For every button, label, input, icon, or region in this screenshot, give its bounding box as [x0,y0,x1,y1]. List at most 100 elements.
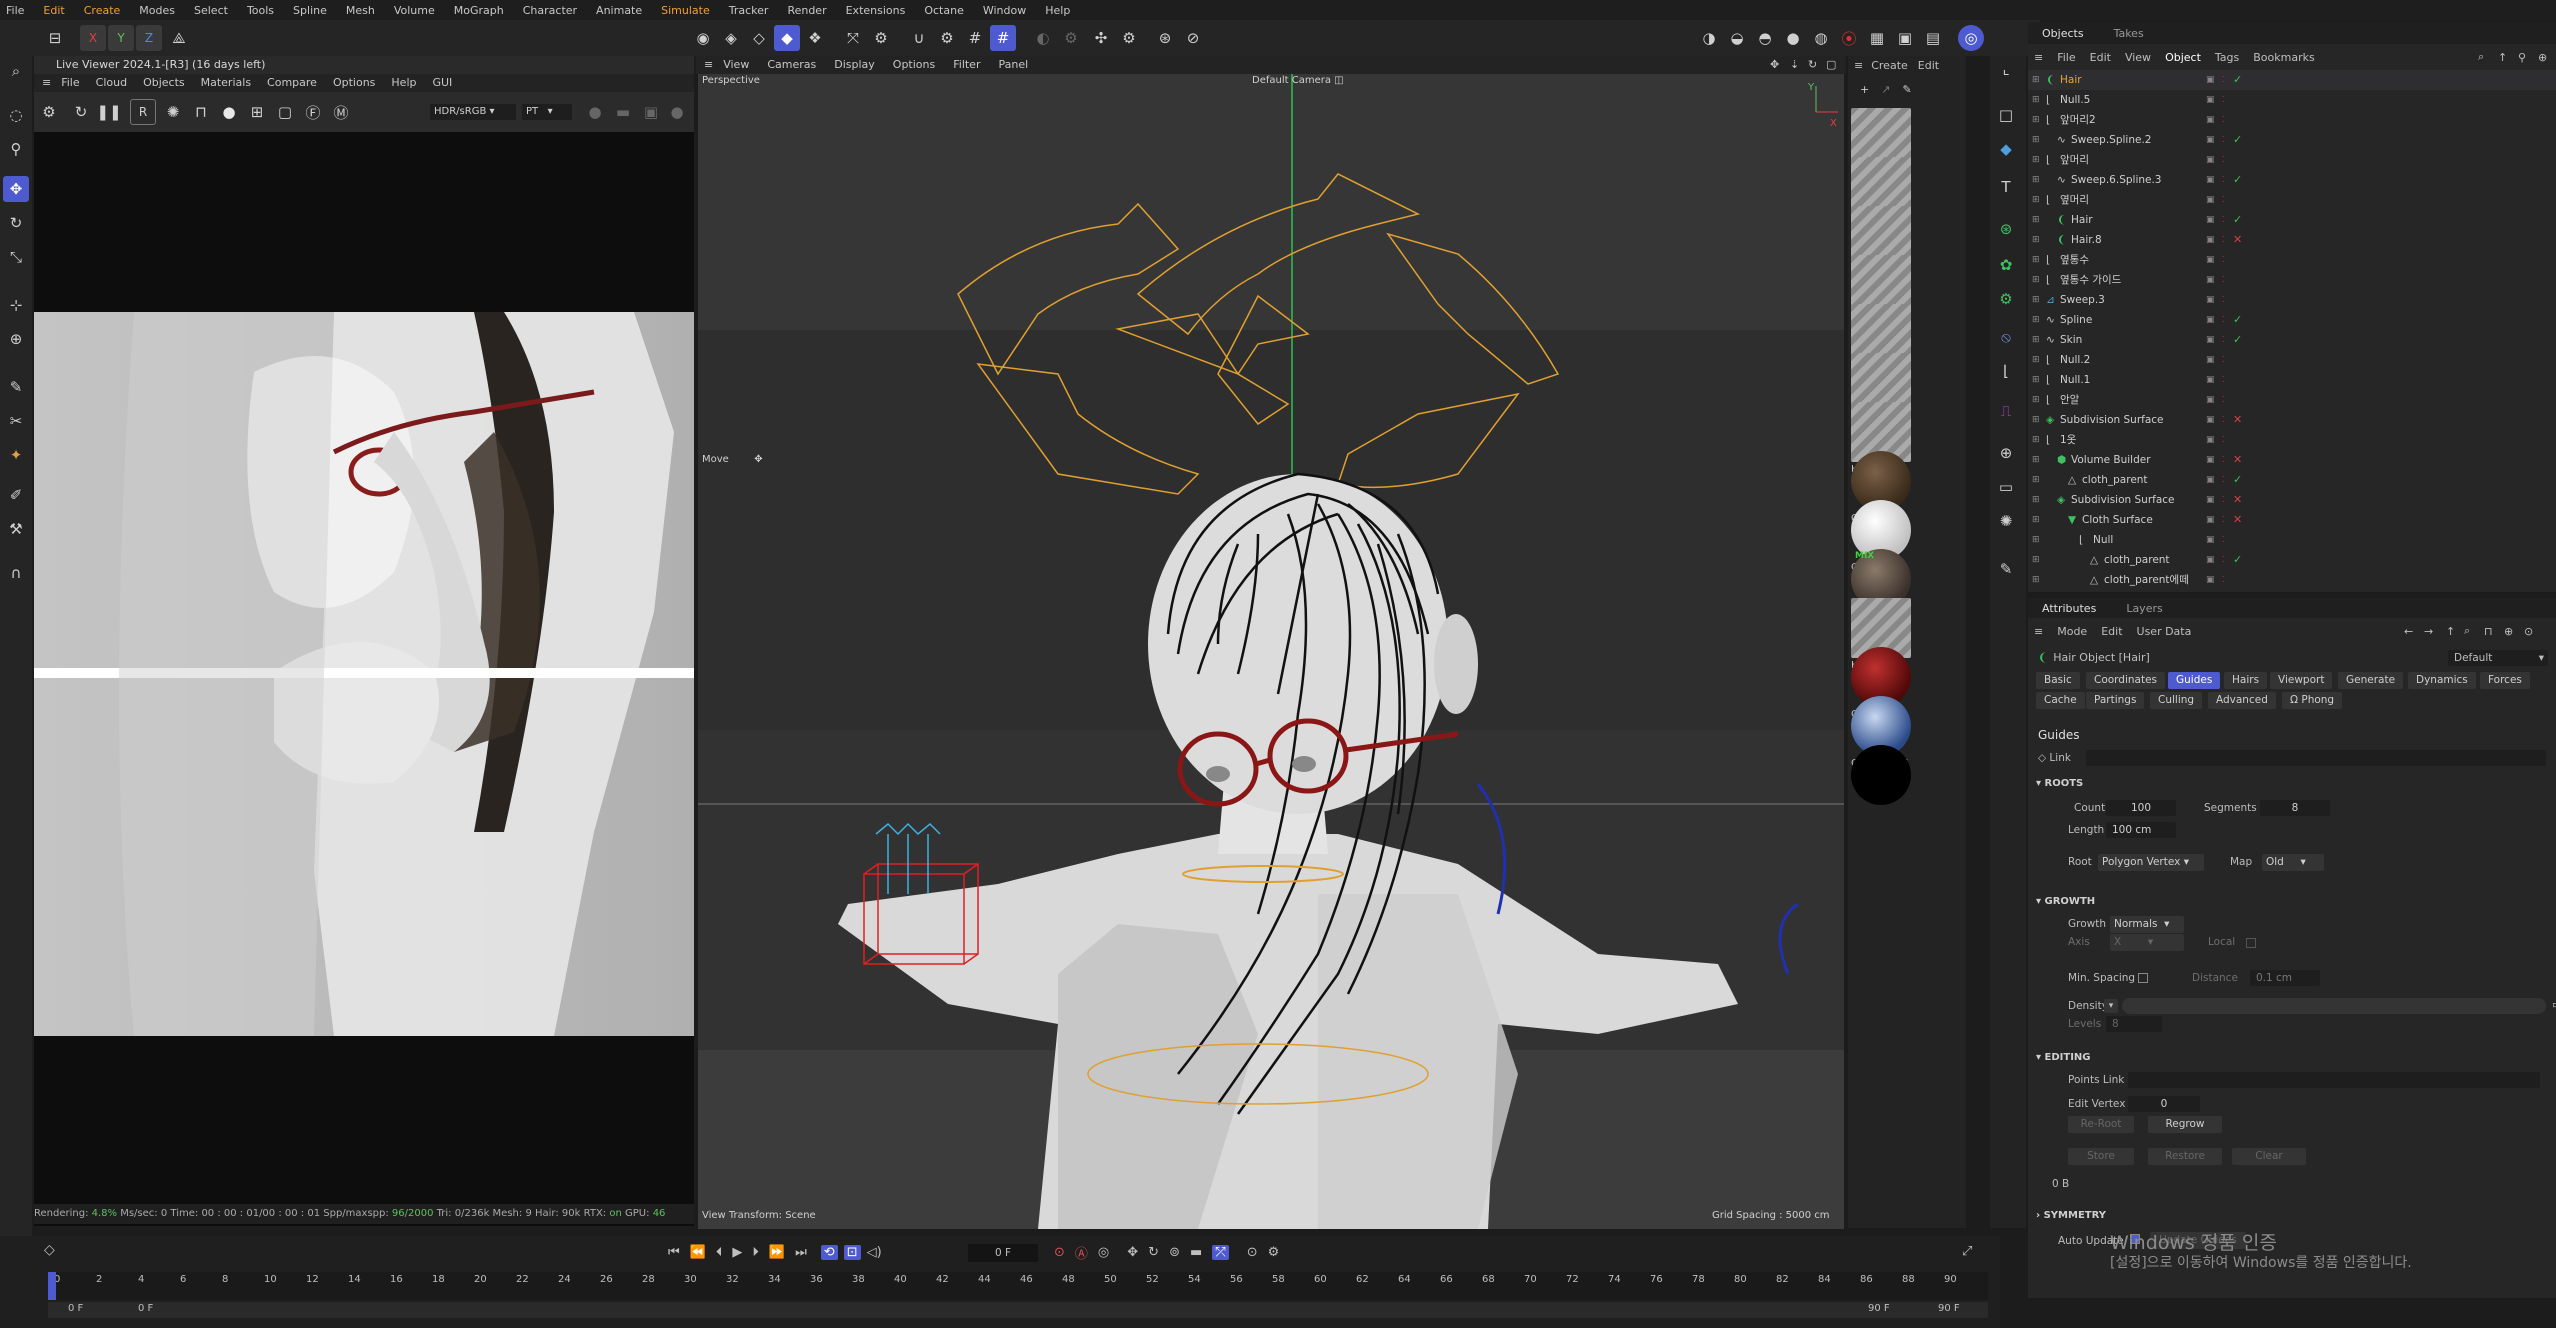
layer-icon[interactable]: ▣ [2206,110,2215,130]
visibility-dots-icon[interactable]: ⁚ [2222,450,2225,470]
object-name[interactable]: Cloth Surface [2082,510,2153,530]
axis-x-lock[interactable]: X [80,25,106,51]
object-row[interactable]: ⊞ ∿ Spline ▣ ⁚ ✓ [2028,310,2556,330]
object-row[interactable]: ⊞ ⌊ 안알 ▣ ⁚ [2028,390,2556,410]
object-name[interactable]: Hair [2060,70,2082,90]
attr-tab-forces[interactable]: Forces [2480,672,2530,689]
menu-help[interactable]: Help [1045,4,1070,17]
globe-icon[interactable]: ⊕ [1993,440,2019,466]
attr-tab-phong[interactable]: Ω Phong [2282,692,2343,709]
menu-volume[interactable]: Volume [394,4,435,17]
material-swatch[interactable] [1851,745,1911,805]
timeline-playhead[interactable] [48,1272,56,1300]
polygon-mode-icon[interactable]: ◆ [774,25,800,51]
expand-icon[interactable]: ⊞ [2032,530,2040,550]
layer-icon[interactable]: ▣ [2206,550,2215,570]
tab-objects[interactable]: Objects [2042,27,2084,40]
lv-box-icon[interactable]: ▬ [610,99,636,125]
undo-icon[interactable]: ⊟ [42,25,68,51]
visibility-dots-icon[interactable]: ⁚ [2222,70,2225,90]
layer-icon[interactable]: ▣ [2206,430,2215,450]
object-name[interactable]: Sweep.Spline.2 [2071,130,2151,150]
octane-sphere-icon[interactable]: ◑ [1696,25,1722,51]
enabled-check-icon[interactable]: ✓ [2233,310,2242,330]
view-cube-icon[interactable]: ◉ [690,25,716,51]
visibility-dots-icon[interactable]: ⁚ [2222,90,2225,110]
material-menu-icon[interactable]: ≡ [1854,59,1863,72]
move-tool-icon[interactable]: ✥ [3,176,29,202]
object-name[interactable]: 옆통수 가이드 [2060,270,2121,290]
visibility-dots-icon[interactable]: ⁚ [2222,510,2225,530]
layer-icon[interactable]: ▣ [2206,250,2215,270]
attr-menu-edit[interactable]: Edit [2101,625,2122,638]
menu-window[interactable]: Window [983,4,1026,17]
attr-tab-culling[interactable]: Culling [2150,692,2203,709]
tweak-gear-icon[interactable]: ⚙ [868,25,894,51]
visibility-dots-icon[interactable]: ⁚ [2222,110,2225,130]
object-name[interactable]: Null.1 [2060,370,2090,390]
enabled-check-icon[interactable]: ✓ [2233,130,2242,150]
menu-octane[interactable]: Octane [924,4,964,17]
3d-viewport[interactable]: Y X Perspective Default Camera ◫ Move ✥ … [698,74,1844,1229]
object-name[interactable]: 안알 [2060,390,2079,410]
workplane-grid-icon[interactable]: # [990,25,1016,51]
layer-icon[interactable]: ▣ [2206,90,2215,110]
lv-restart-icon[interactable]: ↻ [68,99,94,125]
object-row[interactable]: ⊞ ⌊ 앞머리2 ▣ ⁚ [2028,110,2556,130]
lock-icon[interactable]: ✣ [1088,25,1114,51]
goto-end-icon[interactable]: ⏭ [795,1245,807,1260]
object-name[interactable]: cloth_parent [2082,470,2148,490]
visibility-dots-icon[interactable]: ⁚ [2222,470,2225,490]
attr-preset-select[interactable]: Default ▾ [2448,650,2548,666]
expand-icon[interactable]: ⊞ [2032,210,2040,230]
lv-region-icon[interactable]: ▢ [272,99,298,125]
visibility-dots-icon[interactable]: ⁚ [2222,410,2225,430]
store-button[interactable]: Store [2068,1148,2134,1165]
object-name[interactable]: Null.5 [2060,90,2090,110]
rotate-tool-icon[interactable]: ↻ [3,210,29,236]
layer-icon[interactable]: ▣ [2206,130,2215,150]
restore-button[interactable]: Restore [2148,1148,2222,1165]
axis-select[interactable]: X ▾ [2110,934,2184,951]
mat-menu-edit[interactable]: Edit [1918,59,1939,72]
keyframe-selection-icon[interactable]: ◎ [1098,1245,1109,1260]
attr-tab-hairs[interactable]: Hairs [2224,672,2268,689]
object-name[interactable]: Spline [2060,310,2092,330]
nav-tools-icon[interactable]: ⚲ [3,136,29,162]
menu-file[interactable]: File [6,4,24,17]
expand-icon[interactable]: ⊞ [2032,170,2040,190]
visibility-dots-icon[interactable]: ⁚ [2222,190,2225,210]
enabled-check-icon[interactable]: ✓ [2233,210,2242,230]
expand-icon[interactable]: ⊞ [2032,350,2040,370]
menu-modes[interactable]: Modes [139,4,175,17]
object-name[interactable]: cloth_parent에떼 [2104,570,2189,590]
lv-settings-icon[interactable]: ✺ [160,99,186,125]
object-row[interactable]: ⊞ △ cloth_parent ▣ ⁚ ✓ [2028,470,2556,490]
attr-settings-icon[interactable]: ⊙ [2524,625,2533,638]
timeline-ruler[interactable]: 0 2 4 6 8 10 12 14 16 18 20 22 24 26 28 30 32 34 36 38 40 42 4… [48,1272,1988,1300]
visibility-dots-icon[interactable]: ⁚ [2222,250,2225,270]
density-dropdown[interactable]: ▾ [2104,999,2118,1013]
object-name[interactable]: Null [2093,530,2113,550]
lv-menu-file[interactable]: File [61,74,79,92]
mat-menu-create[interactable]: Create [1871,59,1908,72]
reroot-button[interactable]: Re-Root [2068,1116,2134,1133]
menu-tracker[interactable]: Tracker [729,4,769,17]
lv-menu-gui[interactable]: GUI [432,74,452,92]
object-name[interactable]: 1옷 [2060,430,2076,450]
menu-simulate[interactable]: Simulate [661,4,710,17]
key-param-icon[interactable]: ▬ [1190,1245,1202,1260]
object-row[interactable]: ⊞ ⌊ Null.2 ▣ ⁚ [2028,350,2556,370]
visibility-dots-icon[interactable]: ⁚ [2222,150,2225,170]
expand-icon[interactable]: ⊞ [2032,230,2040,250]
point-mode-icon[interactable]: ◈ [718,25,744,51]
vp-dolly-icon[interactable]: ⇣ [1790,56,1799,74]
disabled-x-icon[interactable]: ✕ [2233,450,2242,470]
lock-gear-icon[interactable]: ⚙ [1116,25,1142,51]
edit-pen-icon[interactable]: ✎ [1993,556,2019,582]
object-row[interactable]: ⊞ ⌊ 앞머리 ▣ ⁚ [2028,150,2556,170]
visibility-dots-icon[interactable]: ⁚ [2222,210,2225,230]
visibility-dots-icon[interactable]: ⁚ [2222,130,2225,150]
root-select[interactable]: Polygon Vertex ▾ [2098,854,2204,871]
count-field[interactable]: 100 [2106,800,2176,816]
